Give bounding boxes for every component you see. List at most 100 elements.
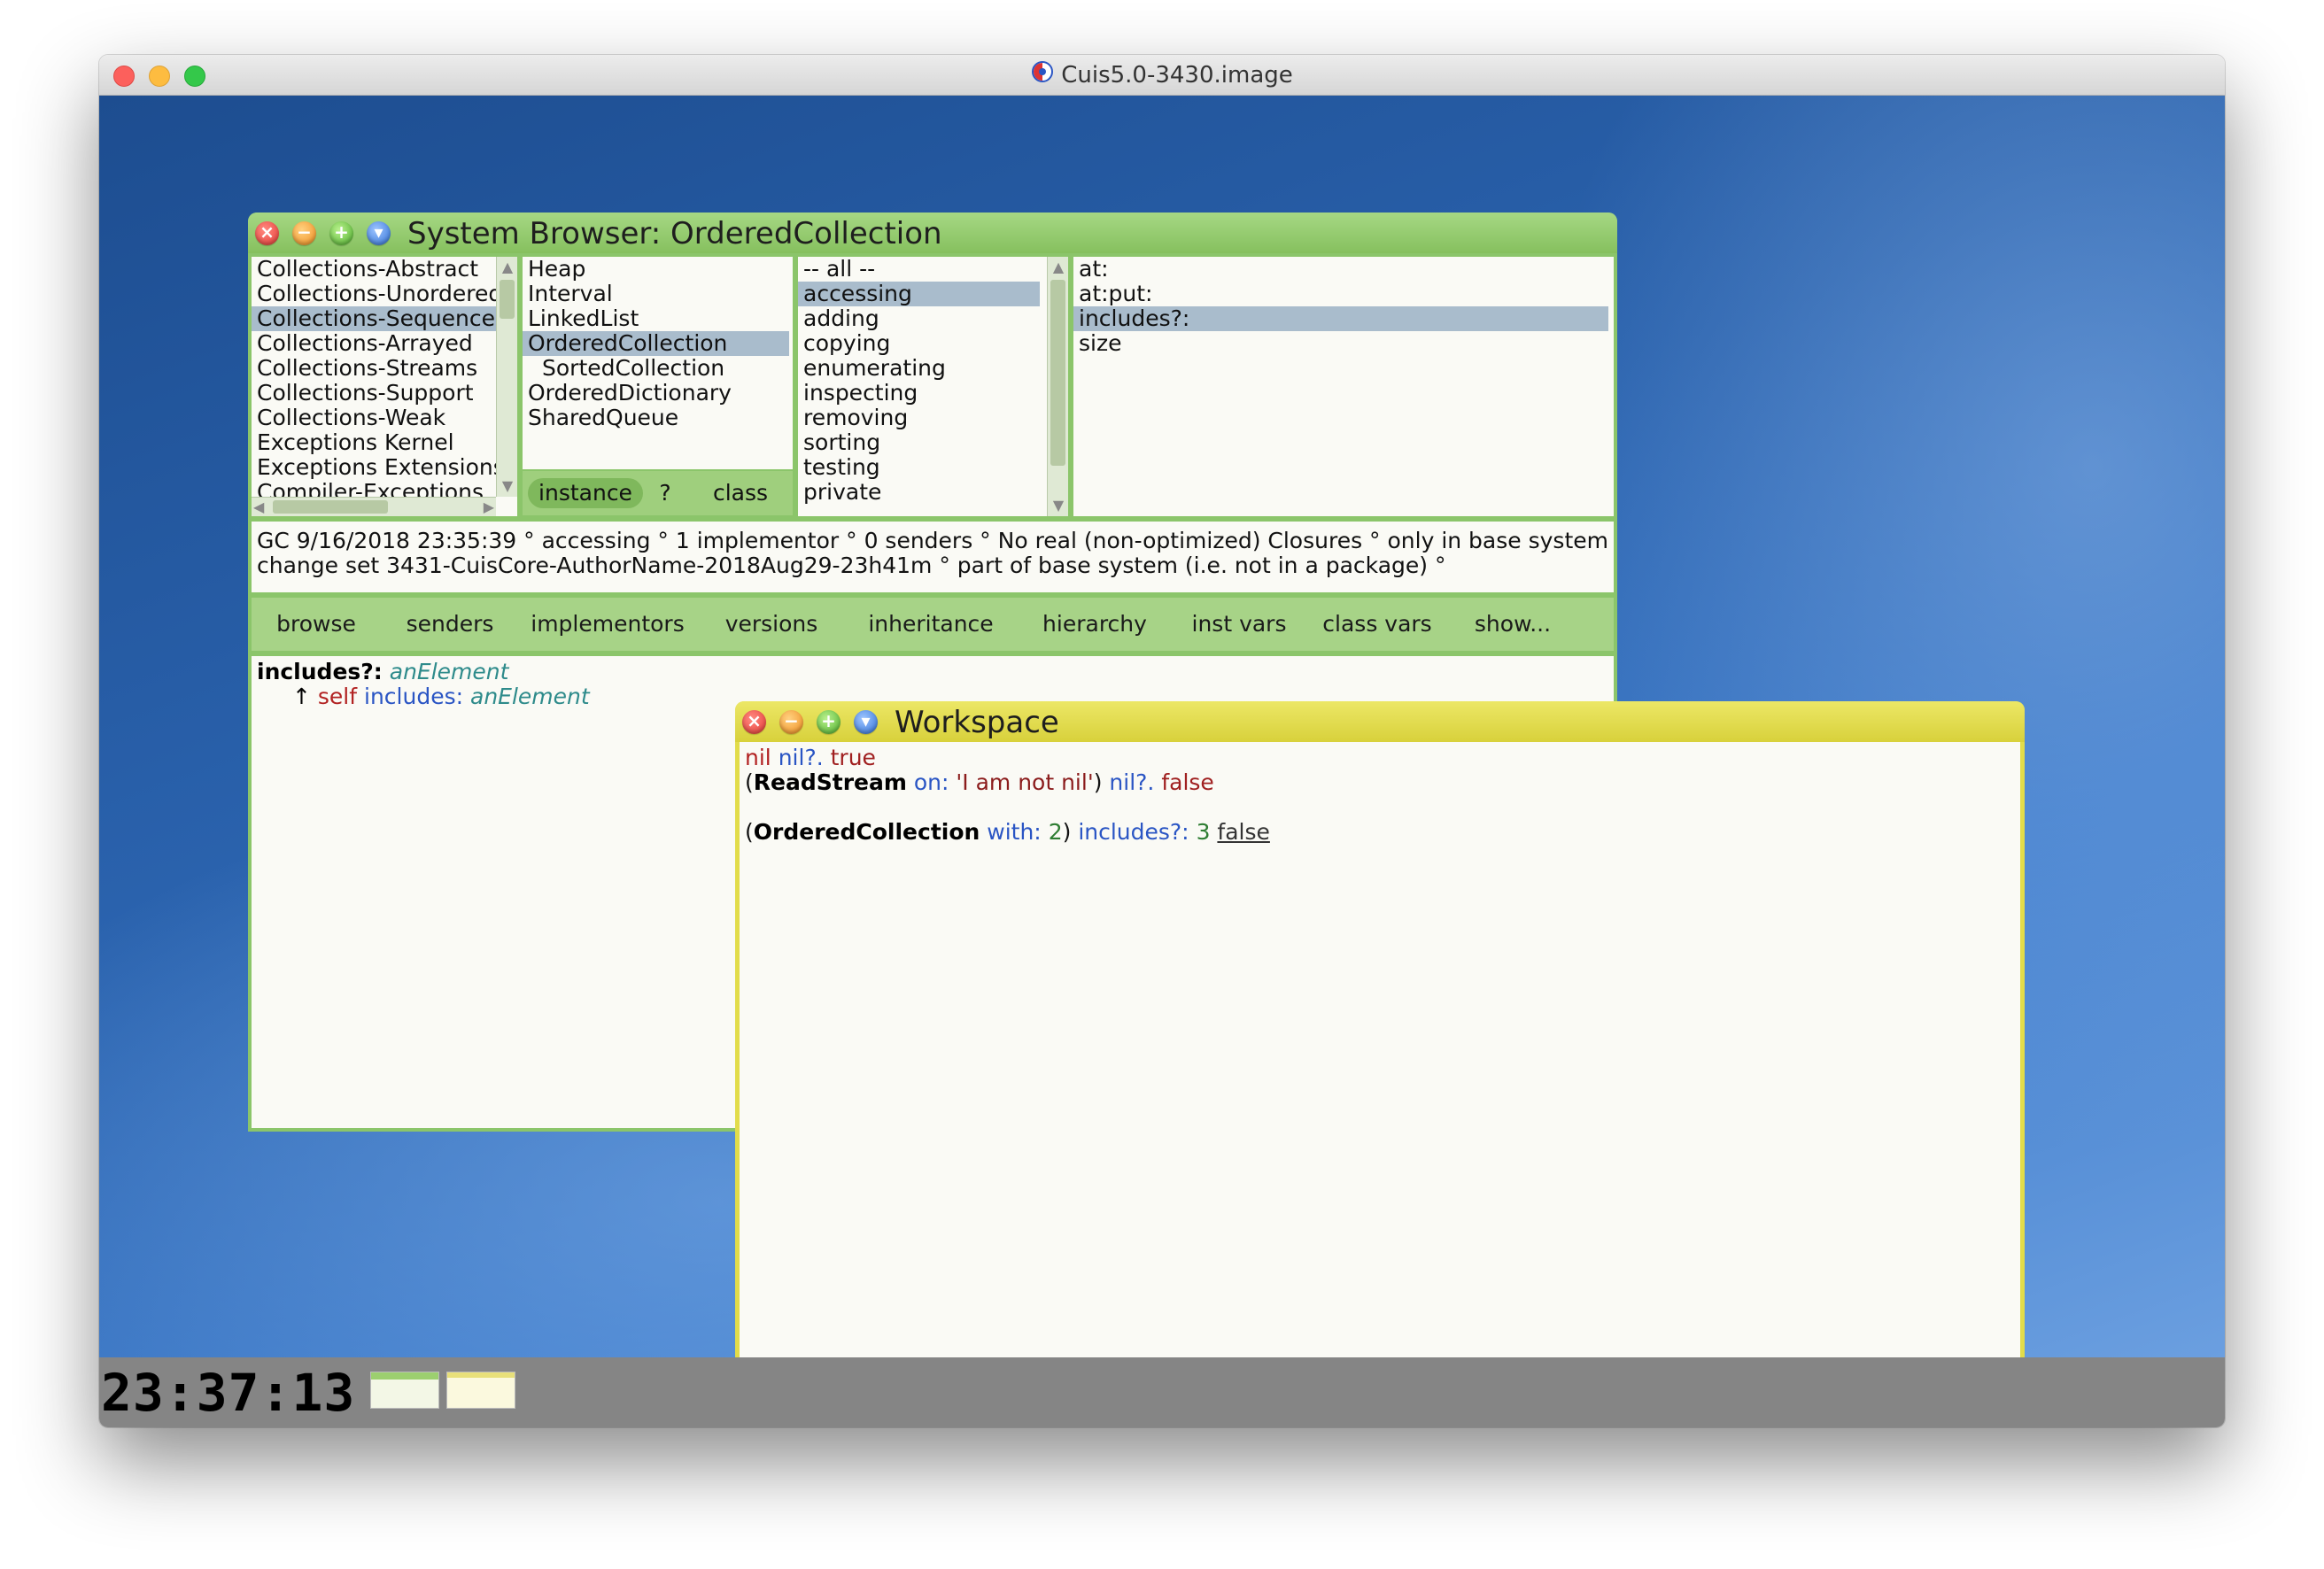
vertical-scrollbar[interactable]: ▲ ▼ <box>1047 257 1068 516</box>
list-item[interactable]: at: <box>1073 257 1614 282</box>
scroll-down-arrow-icon[interactable]: ▼ <box>497 475 517 497</box>
list-item[interactable]: Interval <box>523 282 793 306</box>
workspace-titlebar[interactable]: × − + ▾ Workspace <box>735 701 2025 742</box>
implementors-button[interactable]: implementors <box>519 598 696 651</box>
message-argument: anElement <box>470 684 590 709</box>
help-toggle[interactable]: ? <box>652 478 678 508</box>
list-item-selected[interactable]: OrderedCollection <box>523 331 789 356</box>
message-keyword: on: <box>913 769 949 795</box>
workspace-line: nil nil?. true <box>745 746 2015 770</box>
annotation-pane: GC 9/16/2018 23:35:39 ° accessing ° 1 im… <box>252 522 1614 592</box>
workspace-blank-line <box>745 795 2015 820</box>
versions-button[interactable]: versions <box>696 598 847 651</box>
browser-expand-button[interactable]: + <box>329 221 353 245</box>
eval-result-selected: false <box>1217 819 1270 845</box>
taskbar-workspace-thumbnail[interactable] <box>446 1372 515 1409</box>
list-item[interactable]: private <box>798 480 1068 505</box>
workspace-close-button[interactable]: × <box>742 710 766 734</box>
scrollbar-thumb[interactable] <box>500 280 515 319</box>
browser-button-bar: browse senders implementors versions inh… <box>252 598 1614 651</box>
paren: ( <box>745 769 754 795</box>
taskbar-browser-thumbnail[interactable] <box>370 1372 439 1409</box>
list-item[interactable]: -- all -- <box>798 257 1068 282</box>
cuis-app-icon <box>1031 56 1054 97</box>
workspace-menu-button[interactable]: ▾ <box>854 710 878 734</box>
list-item[interactable]: SortedCollection <box>523 356 793 381</box>
list-item[interactable]: Exceptions Extensions <box>252 455 496 480</box>
hierarchy-button[interactable]: hierarchy <box>1015 598 1174 651</box>
class-vars-button[interactable]: class vars <box>1304 598 1451 651</box>
list-item[interactable]: OrderedDictionary <box>523 381 793 406</box>
class-toggle[interactable]: class <box>696 478 785 508</box>
browser-menu-button[interactable]: ▾ <box>367 221 391 245</box>
workspace-text-area[interactable]: nil nil?. true (ReadStream on: 'I am not… <box>740 742 2020 1357</box>
eval-result: true <box>830 745 876 770</box>
number-literal: 2 <box>1048 819 1063 845</box>
protocol-list[interactable]: -- all -- accessing adding copying enume… <box>798 257 1068 516</box>
desktop[interactable]: × − + ▾ System Browser: OrderedCollectio… <box>99 96 2225 1357</box>
list-item[interactable]: removing <box>798 406 1068 430</box>
class-name: OrderedCollection <box>753 819 980 845</box>
scroll-down-arrow-icon[interactable]: ▼ <box>1048 495 1068 516</box>
list-item[interactable]: Collections-Unordered <box>252 282 496 306</box>
list-item[interactable]: LinkedList <box>523 306 793 331</box>
instance-toggle[interactable]: instance <box>528 478 643 508</box>
list-item[interactable]: Collections-Streams <box>252 356 496 381</box>
list-item[interactable]: Heap <box>523 257 793 282</box>
browser-titlebar[interactable]: × − + ▾ System Browser: OrderedCollectio… <box>248 213 1617 253</box>
return-caret: ↑ <box>292 684 311 709</box>
list-item[interactable]: inspecting <box>798 381 1068 406</box>
message-list[interactable]: at: at:put: includes?: size <box>1073 257 1614 516</box>
mac-titlebar[interactable]: Cuis5.0-3430.image <box>99 55 2225 96</box>
show-menu-button[interactable]: show... <box>1451 598 1575 651</box>
nil-literal: nil <box>745 745 771 770</box>
class-list[interactable]: Heap Interval LinkedList OrderedCollecti… <box>523 257 793 469</box>
message-keyword: with: <box>987 819 1042 845</box>
taskbar: 23:37:13 <box>99 1357 2225 1427</box>
workspace-window: × − + ▾ Workspace nil nil?. true (ReadSt… <box>735 701 2025 1357</box>
message-send: nil?. <box>778 745 824 770</box>
browser-close-button[interactable]: × <box>255 221 279 245</box>
list-item[interactable]: size <box>1073 331 1614 356</box>
workspace-expand-button[interactable]: + <box>817 710 841 734</box>
list-item[interactable]: Exceptions Kernel <box>252 430 496 455</box>
list-item[interactable]: enumerating <box>798 356 1068 381</box>
list-item[interactable]: copying <box>798 331 1068 356</box>
list-item[interactable]: Collections-Arrayed <box>252 331 496 356</box>
number-literal: 3 <box>1196 819 1211 845</box>
list-item[interactable]: SharedQueue <box>523 406 793 430</box>
class-name: ReadStream <box>753 769 907 795</box>
scroll-up-arrow-icon[interactable]: ▲ <box>497 257 517 278</box>
message-keyword: includes?: <box>1078 819 1189 845</box>
inst-vars-button[interactable]: inst vars <box>1174 598 1304 651</box>
list-item-selected[interactable]: includes?: <box>1073 306 1608 331</box>
list-item[interactable]: adding <box>798 306 1068 331</box>
message-send: includes: <box>364 684 464 709</box>
horizontal-scrollbar[interactable]: ◀ ▶ <box>252 497 496 516</box>
clock: 23:37:13 <box>101 1363 356 1423</box>
list-item-selected[interactable]: accessing <box>798 282 1040 306</box>
class-category-list[interactable]: Collections-Abstract Collections-Unorder… <box>252 257 517 516</box>
vertical-scrollbar[interactable]: ▲ ▼ <box>496 257 517 497</box>
scroll-right-arrow-icon[interactable]: ▶ <box>484 498 494 516</box>
list-item[interactable]: at:put: <box>1073 282 1614 306</box>
eval-result: false <box>1161 769 1214 795</box>
class-side-toggle-bar: instance ? class <box>523 471 793 515</box>
list-item[interactable]: Collections-Abstract <box>252 257 496 282</box>
annotation-line: change set 3431-CuisCore-AuthorName-2018… <box>257 553 1446 578</box>
list-item[interactable]: sorting <box>798 430 1068 455</box>
scrollbar-thumb[interactable] <box>1050 280 1065 466</box>
list-item[interactable]: Collections-Weak <box>252 406 496 430</box>
browser-collapse-button[interactable]: − <box>292 221 316 245</box>
senders-button[interactable]: senders <box>381 598 519 651</box>
scroll-up-arrow-icon[interactable]: ▲ <box>1048 257 1068 278</box>
browse-button[interactable]: browse <box>252 598 381 651</box>
scroll-left-arrow-icon[interactable]: ◀ <box>253 498 264 516</box>
inheritance-button[interactable]: inheritance <box>847 598 1015 651</box>
list-item[interactable]: Collections-Support <box>252 381 496 406</box>
workspace-collapse-button[interactable]: − <box>779 710 803 734</box>
list-item-selected[interactable]: Collections-Sequenceable <box>252 306 496 331</box>
horizontal-scrollbar-thumb[interactable] <box>273 500 388 514</box>
browser-title: System Browser: OrderedCollection <box>407 216 942 251</box>
list-item[interactable]: testing <box>798 455 1068 480</box>
